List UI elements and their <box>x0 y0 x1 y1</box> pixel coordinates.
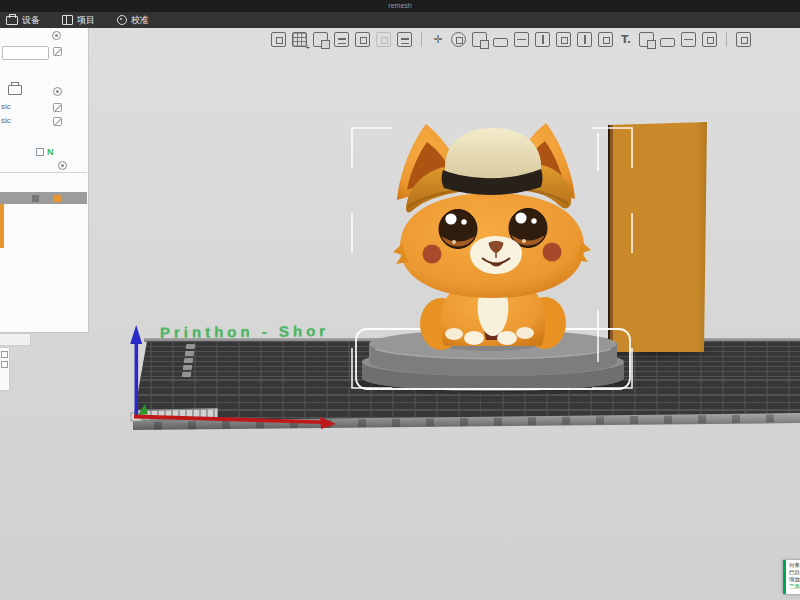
z-axis <box>135 342 139 416</box>
axes-gizmo <box>118 318 348 436</box>
select-frame-icon[interactable] <box>702 32 717 47</box>
filament-edit-icon-2[interactable] <box>53 117 62 126</box>
menu-device-label: 设备 <box>22 14 40 27</box>
filament-row-1[interactable]: sic <box>1 102 11 111</box>
printer-settings-gear-icon[interactable] <box>53 87 62 96</box>
panel-stub <box>0 333 31 346</box>
divider <box>0 172 87 173</box>
plate-tools[interactable]: N <box>36 147 54 157</box>
assembly-icon[interactable] <box>736 32 751 47</box>
menu-device[interactable]: 设备 <box>2 12 44 28</box>
printer-select-icon[interactable] <box>8 85 22 95</box>
scale-icon[interactable] <box>472 32 487 47</box>
copy-icon[interactable] <box>355 32 370 47</box>
y-axis-arrow <box>138 404 148 415</box>
x-axis <box>134 415 323 425</box>
menu-calibrate-label: 校准 <box>131 14 149 27</box>
object-list-row[interactable] <box>0 192 87 204</box>
move-icon[interactable]: ✛ <box>431 33 445 46</box>
toast-line-2: 已自动 <box>789 569 800 576</box>
fill-window-icon[interactable] <box>577 32 592 47</box>
mini-icon-2[interactable] <box>1 361 8 368</box>
mini-toolbar[interactable] <box>0 347 10 391</box>
left-sidebar: sic sic N <box>0 28 89 333</box>
search-input[interactable] <box>2 46 49 60</box>
object-color-icon <box>54 195 61 202</box>
text-tool-icon[interactable]: T. <box>619 33 633 46</box>
mini-icon-1[interactable] <box>1 351 8 358</box>
plate-icon <box>36 148 44 156</box>
paint-icon[interactable] <box>639 32 654 47</box>
x-axis-arrow <box>320 417 336 429</box>
plate-badge: N <box>47 147 54 157</box>
filament-label-2: sic <box>1 116 11 125</box>
filament-label-1: sic <box>1 102 11 111</box>
main-toolbar: ✛ T. <box>271 32 751 47</box>
toast-line-1: 对象过大 <box>789 562 800 569</box>
cut-icon[interactable] <box>535 32 550 47</box>
menu-project[interactable]: 项目 <box>58 12 99 28</box>
rotate-icon[interactable] <box>451 32 466 47</box>
menu-calibrate[interactable]: 校准 <box>113 12 153 28</box>
window-title: remesh <box>388 2 411 9</box>
app-window: remesh 设备 项目 校准 sic sic N <box>0 0 800 600</box>
split-horizontal-icon[interactable] <box>514 32 529 47</box>
selection-brackets <box>340 115 640 405</box>
arrange-icon[interactable] <box>334 32 349 47</box>
z-axis-arrow <box>130 325 142 344</box>
add-object-icon[interactable] <box>271 32 286 47</box>
settings-gear-icon[interactable] <box>52 31 61 40</box>
layers-icon[interactable] <box>397 32 412 47</box>
seam-icon[interactable] <box>660 38 675 47</box>
menu-project-label: 项目 <box>77 14 95 27</box>
support-icon[interactable] <box>681 32 696 47</box>
list-settings-gear-icon[interactable] <box>58 161 67 170</box>
toolbar-divider <box>421 32 422 47</box>
filament-edit-icon-1[interactable] <box>53 103 62 112</box>
add-plate-icon[interactable] <box>292 32 307 47</box>
object-cube-icon <box>32 195 39 202</box>
boolean-cube-icon[interactable] <box>598 32 613 47</box>
toolbar-divider-2 <box>726 32 727 47</box>
paste-icon[interactable] <box>376 32 391 47</box>
auto-orient-icon[interactable] <box>313 32 328 47</box>
merge-icon[interactable] <box>556 32 571 47</box>
menu-bar: 设备 项目 校准 <box>0 12 800 28</box>
calibrate-icon <box>117 15 127 25</box>
object-highlight-bar <box>0 204 4 248</box>
filament-row-2[interactable]: sic <box>1 116 11 125</box>
project-icon <box>62 15 73 25</box>
title-bar: remesh <box>0 0 800 12</box>
lay-flat-icon[interactable] <box>493 38 508 47</box>
printer-icon <box>6 16 18 25</box>
toast-line-3: 缩放模型 <box>789 576 800 583</box>
edit-icon[interactable] <box>53 47 62 56</box>
toast-line-4: 三角面片 <box>789 583 800 590</box>
notification-toast[interactable]: 对象过大 已自动 缩放模型 三角面片 <box>783 560 800 594</box>
